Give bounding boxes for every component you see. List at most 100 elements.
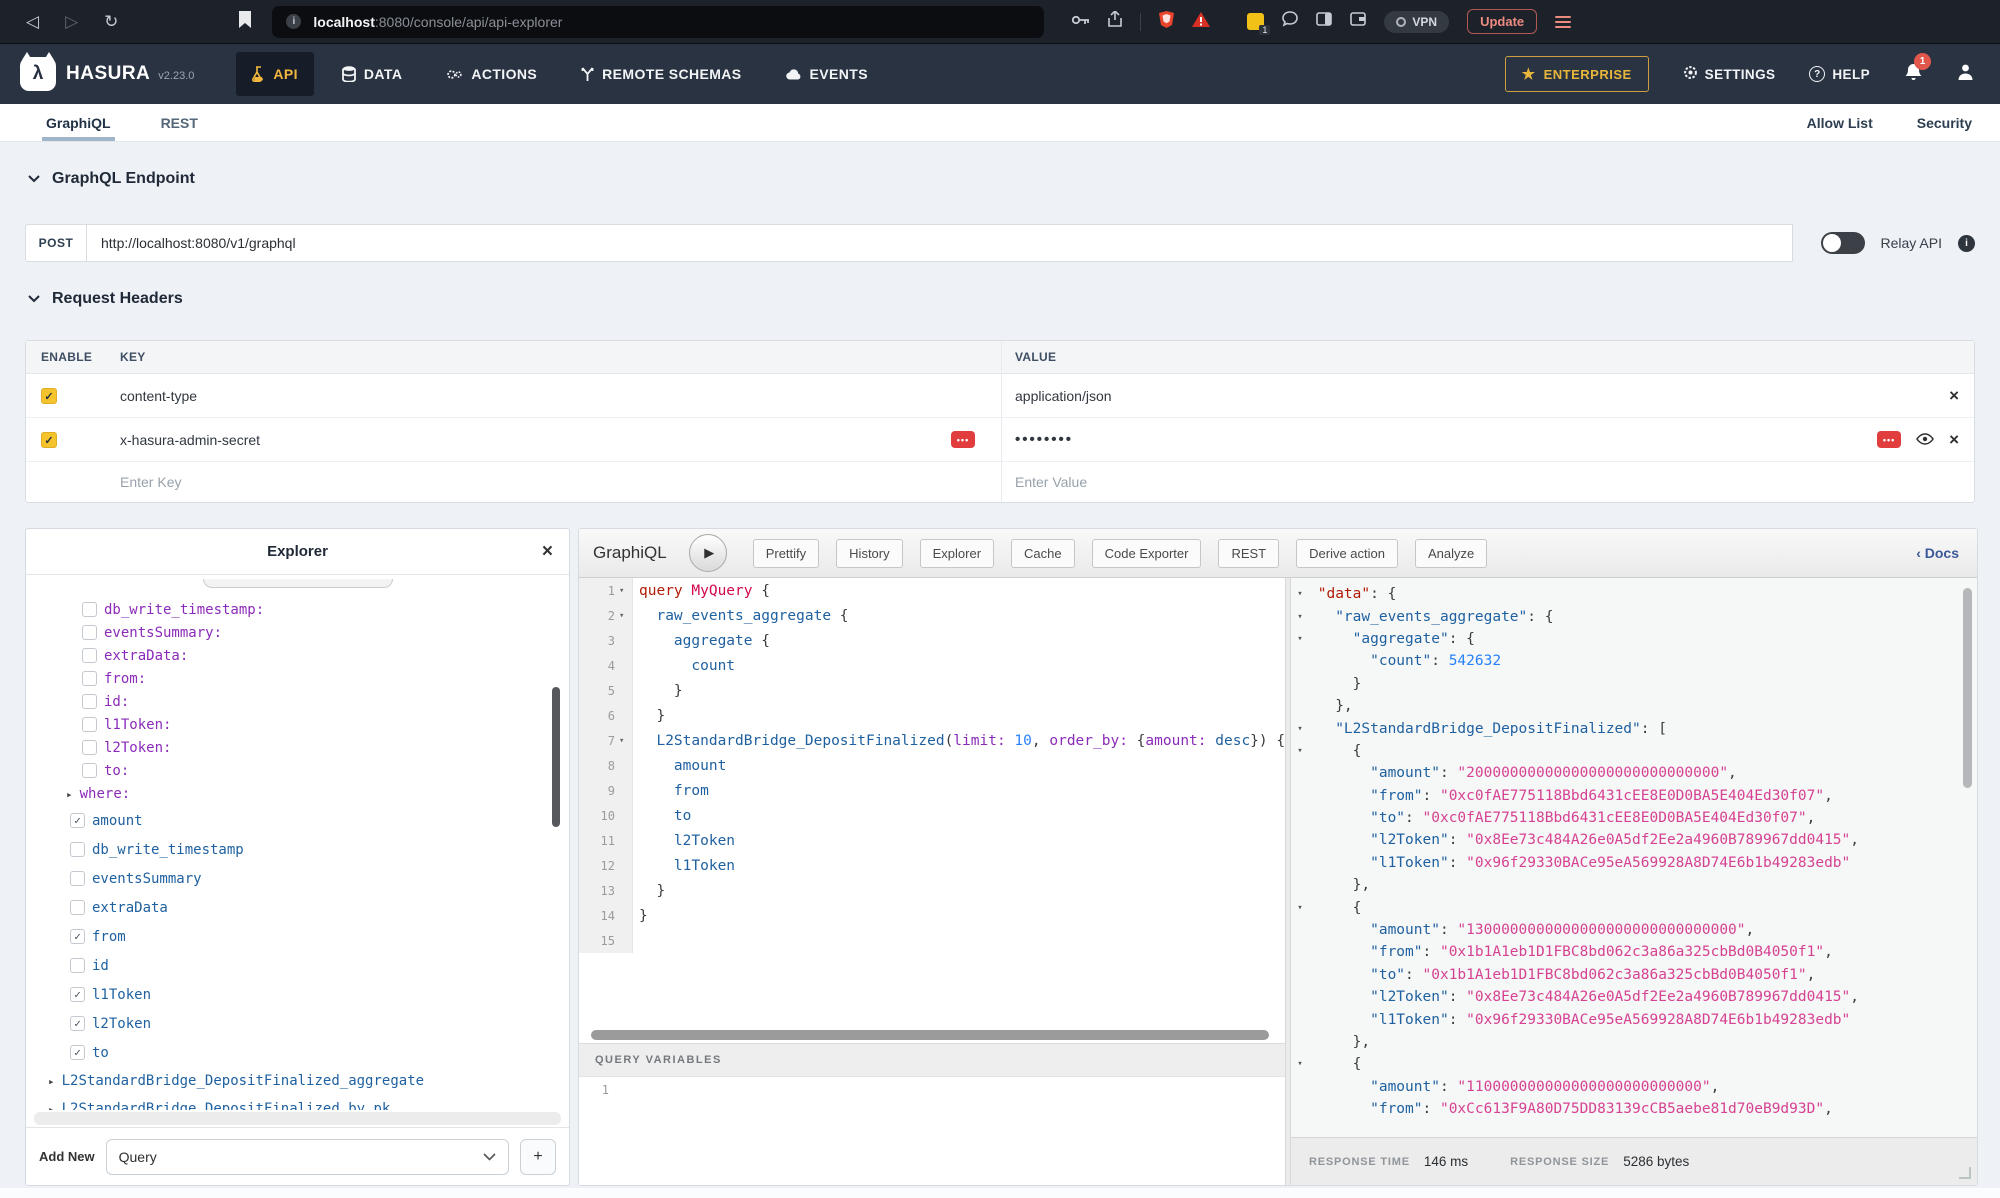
header-key-input[interactable]: x-hasura-admin-secret •••	[104, 432, 1001, 448]
checkbox[interactable]	[82, 740, 97, 755]
help-button[interactable]: ? HELP	[1809, 66, 1870, 82]
explorer-arg-l1token[interactable]: l1Token:	[26, 713, 569, 736]
explorer-field-amount[interactable]: amount	[26, 806, 569, 835]
toolbar-button-derive-action[interactable]: Derive action	[1296, 539, 1398, 568]
settings-button[interactable]: SETTINGS	[1683, 65, 1776, 83]
enable-checkbox[interactable]	[41, 388, 57, 404]
key-icon[interactable]	[1072, 13, 1090, 31]
explorer-horizontal-scrollbar[interactable]	[34, 1112, 561, 1125]
nav-item-data[interactable]: DATA	[326, 52, 418, 96]
explorer-arg-extradata[interactable]: extraData:	[26, 644, 569, 667]
browser-menu-icon[interactable]	[1555, 16, 1571, 28]
checkbox[interactable]	[82, 717, 97, 732]
header-value-input[interactable]: •••••••• ••• ×	[1001, 418, 1974, 461]
checkbox[interactable]	[70, 1045, 85, 1060]
new-header-value-input[interactable]: Enter Value	[1001, 462, 1974, 502]
explorer-field-tree[interactable]: db_write_timestamp:eventsSummary:extraDa…	[26, 575, 569, 1110]
collapse-arrow-icon[interactable]: ▸	[48, 1075, 55, 1088]
fold-caret-icon[interactable]: ▾	[1291, 903, 1309, 913]
sidebar-toggle-icon[interactable]	[1316, 12, 1332, 31]
site-info-icon[interactable]: i	[286, 14, 301, 29]
checkbox[interactable]	[70, 813, 85, 828]
execute-query-button[interactable]: ▶	[689, 534, 727, 572]
security-link[interactable]: Security	[1917, 115, 1972, 131]
url-bar[interactable]: i localhost:8080/console/api/api-explore…	[272, 6, 1044, 38]
graphql-endpoint-section-header[interactable]: GraphQL Endpoint	[28, 170, 195, 188]
password-manager-icon[interactable]: •••	[1877, 431, 1901, 448]
toolbar-button-code-exporter[interactable]: Code Exporter	[1092, 539, 1202, 568]
notifications-button[interactable]: 1	[1904, 62, 1923, 87]
add-operation-button[interactable]: +	[520, 1139, 556, 1175]
fold-caret-icon[interactable]: ▾	[619, 603, 633, 628]
explorer-arg-where[interactable]: ▸where:	[26, 782, 569, 806]
notes-extension-icon[interactable]: 1	[1247, 13, 1264, 30]
fold-caret-icon[interactable]: ▾	[1291, 724, 1309, 734]
explorer-field-extradata[interactable]: extraData	[26, 893, 569, 922]
wallet-icon[interactable]	[1350, 12, 1366, 31]
explorer-arg-db-write-timestamp[interactable]: db_write_timestamp:	[26, 598, 569, 621]
share-icon[interactable]	[1108, 11, 1122, 32]
brave-shield-icon[interactable]	[1159, 11, 1174, 33]
new-header-key-input[interactable]: Enter Key	[104, 474, 1001, 490]
explorer-field-to[interactable]: to	[26, 1038, 569, 1067]
hasura-logo[interactable]: λ	[20, 57, 56, 91]
explorer-arg-l2token[interactable]: l2Token:	[26, 736, 569, 759]
query-variables-header[interactable]: QUERY VARIABLES	[579, 1043, 1285, 1077]
vpn-button[interactable]: VPN	[1384, 11, 1449, 33]
browser-update-button[interactable]: Update	[1467, 9, 1537, 34]
explorer-field-l1token[interactable]: l1Token	[26, 980, 569, 1009]
fold-caret-icon[interactable]: ▾	[1291, 589, 1309, 599]
explorer-field-l2token[interactable]: l2Token	[26, 1009, 569, 1038]
docs-link[interactable]: ‹ Docs	[1916, 545, 1959, 561]
checkbox[interactable]	[82, 648, 97, 663]
toolbar-button-analyze[interactable]: Analyze	[1415, 539, 1487, 568]
response-scrollbar[interactable]	[1963, 588, 1972, 788]
checkbox[interactable]	[70, 842, 85, 857]
bookmark-icon[interactable]	[238, 11, 252, 33]
explorer-scrollbar[interactable]	[552, 687, 560, 827]
tab-rest[interactable]: REST	[157, 104, 202, 141]
toolbar-button-explorer[interactable]: Explorer	[920, 539, 994, 568]
checkbox[interactable]	[82, 671, 97, 686]
nav-item-api[interactable]: API	[236, 52, 314, 96]
request-headers-section-header[interactable]: Request Headers	[28, 290, 183, 308]
fold-caret-icon[interactable]: ▾	[1291, 612, 1309, 622]
explorer-arg-eventssummary[interactable]: eventsSummary:	[26, 621, 569, 644]
checkbox[interactable]	[82, 625, 97, 640]
fold-caret-icon[interactable]: ▾	[1291, 634, 1309, 644]
warning-triangle-icon[interactable]	[1192, 12, 1210, 32]
collapse-arrow-icon[interactable]: ▸	[48, 1103, 55, 1111]
checkbox[interactable]	[70, 871, 85, 886]
explorer-field-from[interactable]: from	[26, 922, 569, 951]
nav-item-actions[interactable]: ACTIONS	[430, 52, 553, 96]
explorer-root-l2standardbridge-depositfinalized-aggregate[interactable]: ▸L2StandardBridge_DepositFinalized_aggre…	[26, 1067, 569, 1095]
header-value-input[interactable]: application/json ×	[1001, 374, 1974, 417]
lasso-extension-icon[interactable]	[1282, 11, 1298, 32]
explorer-field-eventssummary[interactable]: eventsSummary	[26, 864, 569, 893]
explorer-field-db-write-timestamp[interactable]: db_write_timestamp	[26, 835, 569, 864]
toolbar-button-history[interactable]: History	[836, 539, 902, 568]
graphql-endpoint-input[interactable]: http://localhost:8080/v1/graphql	[87, 224, 1793, 262]
checkbox[interactable]	[82, 694, 97, 709]
remove-header-icon[interactable]: ×	[1949, 387, 1959, 404]
enterprise-button[interactable]: ★ ENTERPRISE	[1505, 56, 1649, 92]
reload-icon[interactable]: ↻	[104, 12, 118, 32]
fold-caret-icon[interactable]: ▾	[619, 728, 633, 753]
explorer-root-l2standardbridge-depositfinalized-by-pk[interactable]: ▸L2StandardBridge_DepositFinalized_by_pk	[26, 1095, 569, 1110]
checkbox[interactable]	[70, 958, 85, 973]
fold-caret-icon[interactable]: ▾	[1291, 1059, 1309, 1069]
checkbox[interactable]	[70, 1016, 85, 1031]
fold-caret-icon[interactable]: ▾	[619, 578, 633, 603]
explorer-field-id[interactable]: id	[26, 951, 569, 980]
checkbox[interactable]	[70, 900, 85, 915]
toolbar-button-cache[interactable]: Cache	[1011, 539, 1075, 568]
fold-caret-icon[interactable]: ▾	[1291, 746, 1309, 756]
explorer-arg-id[interactable]: id:	[26, 690, 569, 713]
remove-header-icon[interactable]: ×	[1949, 431, 1959, 448]
explorer-arg-to[interactable]: to:	[26, 759, 569, 782]
query-variables-editor[interactable]: 1	[579, 1077, 1285, 1185]
checkbox[interactable]	[70, 929, 85, 944]
info-icon[interactable]: i	[1958, 235, 1975, 252]
tab-graphiql[interactable]: GraphiQL	[42, 104, 115, 141]
nav-item-events[interactable]: EVENTS	[770, 52, 884, 96]
